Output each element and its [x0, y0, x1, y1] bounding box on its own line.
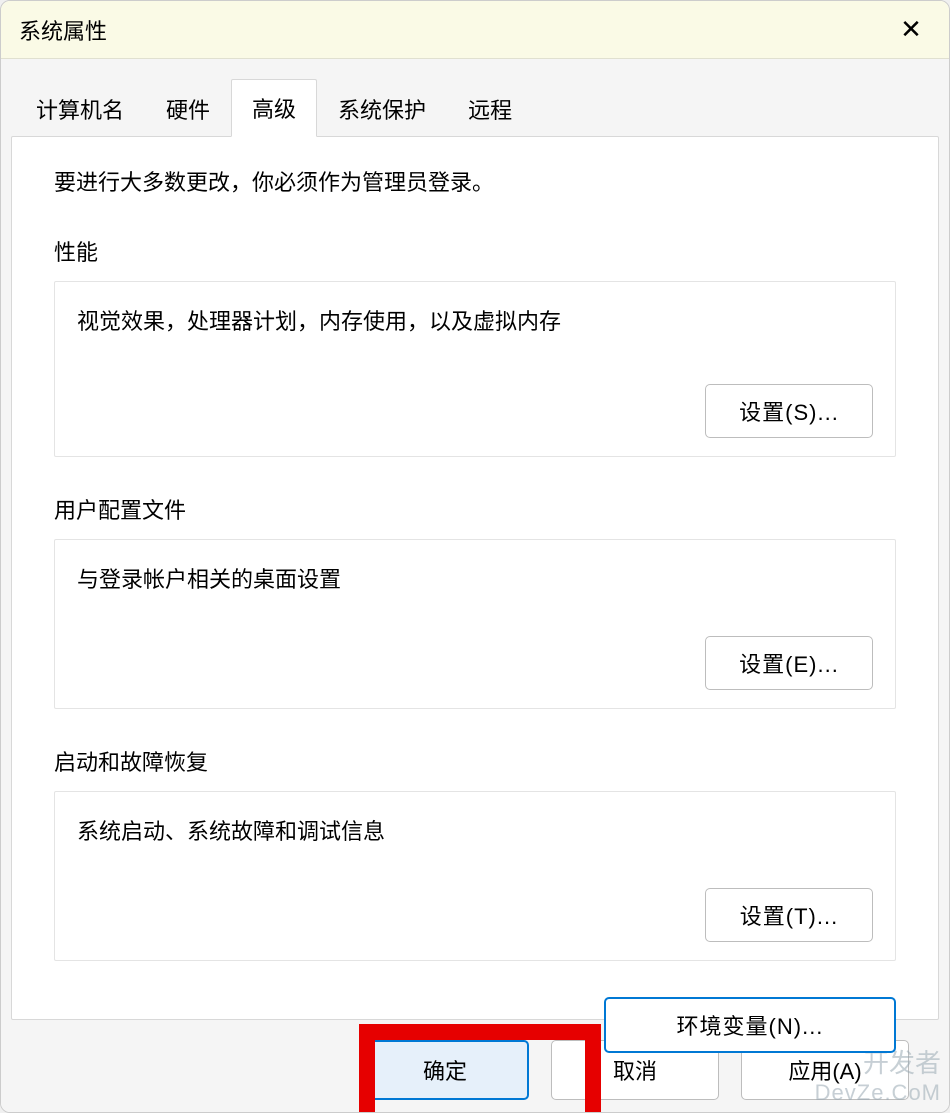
- user-profiles-button-row: 设置(E)...: [77, 636, 873, 690]
- performance-box: 视觉效果，处理器计划，内存使用，以及虚拟内存 设置(S)...: [54, 281, 896, 457]
- advanced-tab-panel: 要进行大多数更改，你必须作为管理员登录。 性能 视觉效果，处理器计划，内存使用，…: [11, 136, 939, 1020]
- performance-group: 性能 视觉效果，处理器计划，内存使用，以及虚拟内存 设置(S)...: [54, 235, 896, 457]
- performance-title: 性能: [54, 235, 896, 267]
- tab-computer-name[interactable]: 计算机名: [15, 80, 145, 137]
- titlebar: 系统属性 ✕: [1, 1, 949, 59]
- tab-advanced[interactable]: 高级: [231, 79, 317, 137]
- tab-strip: 计算机名 硬件 高级 系统保护 远程: [15, 79, 939, 137]
- close-icon: ✕: [900, 14, 922, 45]
- dialog-body: 计算机名 硬件 高级 系统保护 远程 要进行大多数更改，你必须作为管理员登录。 …: [1, 59, 949, 1112]
- tab-system-protection[interactable]: 系统保护: [317, 80, 447, 137]
- user-profiles-title: 用户配置文件: [54, 493, 896, 525]
- startup-settings-button[interactable]: 设置(T)...: [705, 888, 873, 942]
- environment-variables-button[interactable]: 环境变量(N)...: [604, 997, 896, 1053]
- performance-desc: 视觉效果，处理器计划，内存使用，以及虚拟内存: [77, 304, 873, 336]
- performance-settings-button[interactable]: 设置(S)...: [705, 384, 873, 438]
- tab-hardware[interactable]: 硬件: [145, 80, 231, 137]
- user-profiles-settings-button[interactable]: 设置(E)...: [705, 636, 873, 690]
- startup-recovery-group: 启动和故障恢复 系统启动、系统故障和调试信息 设置(T)...: [54, 745, 896, 961]
- startup-title: 启动和故障恢复: [54, 745, 896, 777]
- system-properties-dialog: 系统属性 ✕ 计算机名 硬件 高级 系统保护 远程 要进行大多数更改，你必须作为…: [0, 0, 950, 1113]
- env-vars-row: 环境变量(N)...: [54, 997, 896, 1053]
- startup-desc: 系统启动、系统故障和调试信息: [77, 814, 873, 846]
- user-profiles-desc: 与登录帐户相关的桌面设置: [77, 562, 873, 594]
- close-button[interactable]: ✕: [891, 10, 931, 50]
- tab-remote[interactable]: 远程: [447, 80, 533, 137]
- admin-notice: 要进行大多数更改，你必须作为管理员登录。: [54, 165, 896, 197]
- user-profiles-group: 用户配置文件 与登录帐户相关的桌面设置 设置(E)...: [54, 493, 896, 709]
- startup-button-row: 设置(T)...: [77, 888, 873, 942]
- user-profiles-box: 与登录帐户相关的桌面设置 设置(E)...: [54, 539, 896, 709]
- startup-box: 系统启动、系统故障和调试信息 设置(T)...: [54, 791, 896, 961]
- window-title: 系统属性: [19, 14, 107, 46]
- performance-button-row: 设置(S)...: [77, 384, 873, 438]
